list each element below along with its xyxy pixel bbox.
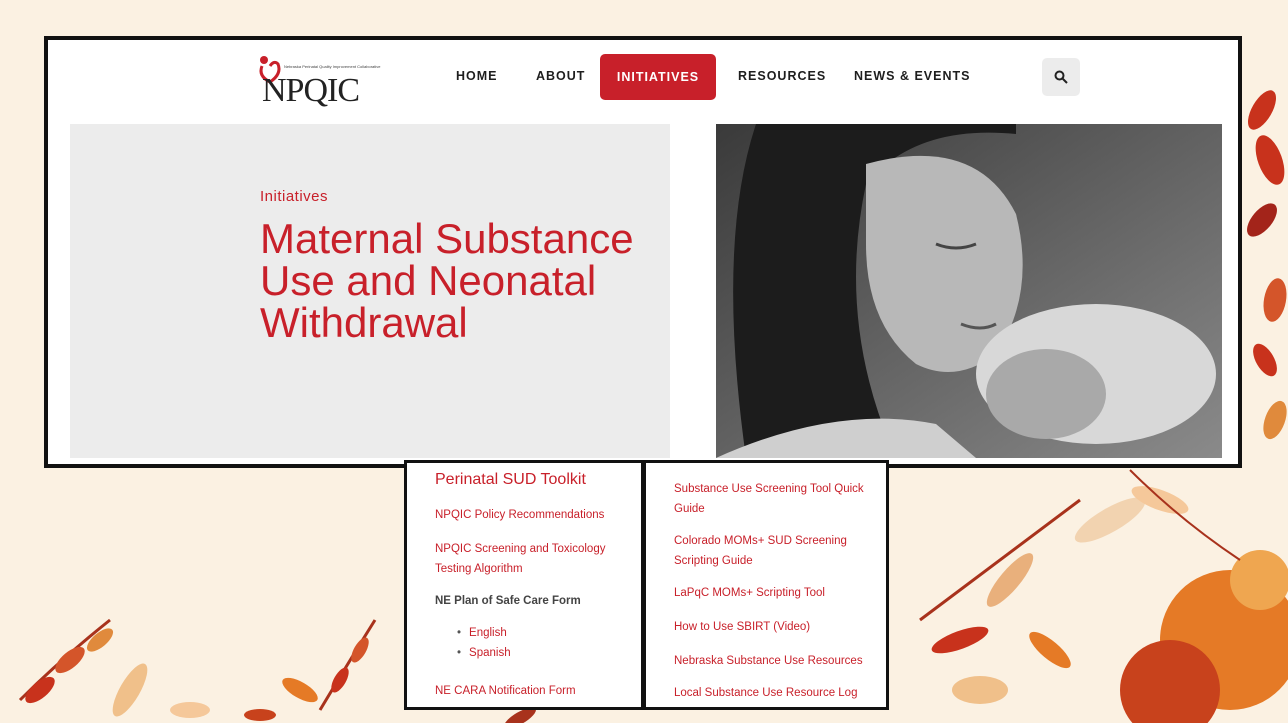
hero-eyebrow: Initiatives: [260, 188, 329, 205]
toolkit-right-panel: Substance Use Screening Tool Quick Guide…: [643, 460, 889, 710]
link-lapqc-scripting-tool[interactable]: LaPqC MOMs+ Scripting Tool: [674, 583, 884, 603]
mother-newborn-photo-icon: [716, 124, 1222, 458]
link-safe-care-spanish[interactable]: Spanish: [457, 647, 511, 659]
link-colorado-moms-guide[interactable]: Colorado MOMs+ SUD Screening Scripting G…: [674, 531, 884, 571]
hero-title: Maternal Substance Use and Neonatal With…: [260, 215, 634, 346]
link-npqic-screening-algorithm[interactable]: NPQIC Screening and Toxicology Testing A…: [435, 539, 635, 579]
nav-initiatives[interactable]: INITIATIVES: [600, 54, 716, 100]
search-button[interactable]: [1042, 58, 1080, 96]
search-icon: [1054, 70, 1068, 84]
link-ne-cara-form[interactable]: NE CARA Notification Form: [435, 681, 576, 701]
nav-home[interactable]: HOME: [456, 69, 498, 83]
logo-tagline: Nebraska Perinatal Quality Improvement C…: [284, 64, 381, 69]
link-screening-quick-guide[interactable]: Substance Use Screening Tool Quick Guide: [674, 479, 884, 519]
hero-text-area: Initiatives Maternal Substance Use and N…: [70, 124, 670, 458]
nav-resources[interactable]: RESOURCES: [738, 69, 826, 83]
safe-care-heading: NE Plan of Safe Care Form: [435, 595, 581, 607]
logo-text: NPQIC: [262, 72, 360, 109]
toolkit-left-panel: Perinatal SUD Toolkit NPQIC Policy Recom…: [404, 460, 644, 710]
npqic-logo[interactable]: Nebraska Perinatal Quality Improvement C…: [254, 52, 381, 109]
toolkit-title: Perinatal SUD Toolkit: [435, 471, 586, 488]
hero-photo: [716, 124, 1222, 458]
nav-about[interactable]: ABOUT: [536, 69, 585, 83]
link-npqic-policy[interactable]: NPQIC Policy Recommendations: [435, 505, 635, 525]
link-sbirt-video[interactable]: How to Use SBIRT (Video): [674, 617, 884, 637]
nav-news-events[interactable]: NEWS & EVENTS: [854, 69, 971, 83]
top-navigation: Nebraska Perinatal Quality Improvement C…: [48, 40, 1238, 120]
link-local-resource-log[interactable]: Local Substance Use Resource Log: [674, 683, 884, 703]
website-panel: Nebraska Perinatal Quality Improvement C…: [44, 36, 1242, 468]
link-nebraska-resources[interactable]: Nebraska Substance Use Resources: [674, 651, 884, 671]
link-safe-care-english[interactable]: English: [457, 627, 507, 639]
